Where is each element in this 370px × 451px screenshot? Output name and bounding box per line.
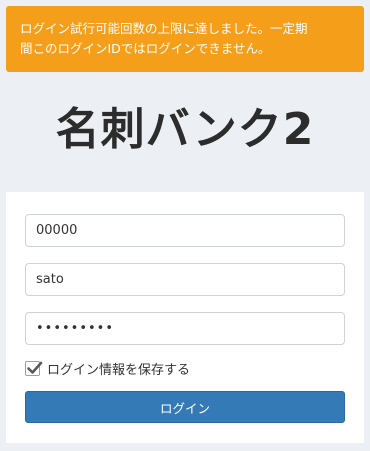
password-input[interactable] [25, 312, 345, 345]
checkmark-icon [27, 361, 43, 374]
company-id-input[interactable] [25, 214, 345, 247]
alert-line-1: ログイン試行可能回数の上限に達しました。一定期 [20, 21, 308, 36]
remember-login-row[interactable]: ログイン情報を保存する [25, 358, 190, 378]
alert-line-2: 間このログインIDではログインできません。 [20, 41, 271, 56]
user-id-input[interactable] [25, 263, 345, 296]
login-panel: ログイン情報を保存する ログイン [6, 192, 364, 443]
remember-checkbox[interactable] [25, 360, 43, 376]
login-button[interactable]: ログイン [25, 391, 345, 423]
app-logo: 名刺バンク2 [55, 104, 315, 155]
error-alert: ログイン試行可能回数の上限に達しました。一定期 間このログインIDではログインで… [6, 6, 364, 72]
remember-label: ログイン情報を保存する [47, 362, 191, 378]
